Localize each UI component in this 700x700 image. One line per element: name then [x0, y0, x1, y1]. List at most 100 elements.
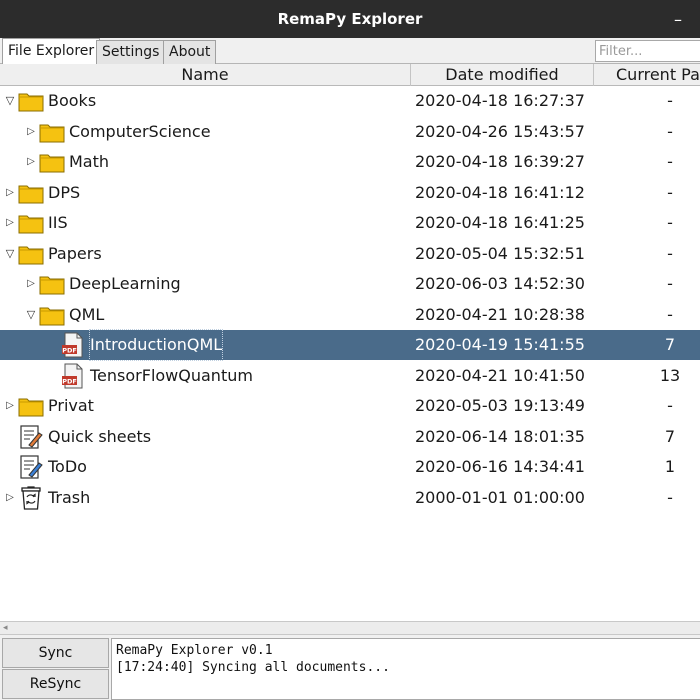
expand-arrow-icon[interactable]: ▷ [4, 391, 16, 421]
tree-row[interactable]: ▷ IIS 2020-04-18 16:41:25 - [0, 208, 700, 238]
item-name: QML [69, 305, 105, 324]
item-date: 2020-04-18 16:39:27 [415, 152, 585, 171]
folder-icon [39, 302, 65, 328]
item-name: Trash [48, 488, 91, 507]
tree-row[interactable]: ▷ DeepLearning 2020-06-03 14:52:30 - [0, 269, 700, 299]
item-current-page: 7 [664, 427, 676, 446]
item-date: 2020-06-03 14:52:30 [415, 274, 585, 293]
file-tree[interactable]: ▽ Books 2020-04-18 16:27:37 - ▷ ComputerScien… [0, 86, 700, 621]
item-name: IIS [48, 213, 68, 232]
title-bar: RemaPy Explorer – [0, 0, 700, 38]
folder-icon [18, 180, 44, 206]
item-name: Quick sheets [48, 427, 152, 446]
folder-icon [18, 210, 44, 236]
tree-row[interactable]: ▷ Privat 2020-05-03 19:13:49 - [0, 391, 700, 421]
item-name: Books [48, 91, 97, 110]
folder-icon [39, 271, 65, 297]
item-current-page: 13 [659, 366, 681, 385]
item-current-page: - [667, 274, 673, 293]
column-name-header[interactable]: Name [0, 64, 411, 86]
item-name: Papers [48, 244, 102, 263]
resync-button[interactable]: ReSync [2, 669, 109, 699]
log-line: RemaPy Explorer v0.1 [116, 643, 273, 658]
item-date: 2020-05-04 15:32:51 [415, 244, 585, 263]
item-name: DeepLearning [69, 274, 181, 293]
tree-row[interactable]: PDF IntroductionQML 2020-04-19 15:41:55 7 [0, 329, 700, 361]
expand-arrow-icon[interactable]: ▷ [4, 483, 16, 513]
item-date: 2020-05-03 19:13:49 [415, 396, 585, 415]
sync-button[interactable]: Sync [2, 638, 109, 668]
notebook-icon [18, 454, 44, 480]
pdf-file-icon: PDF [60, 363, 86, 389]
tab-file-explorer[interactable]: File Explorer [2, 38, 101, 64]
log-console: RemaPy Explorer v0.1 [17:24:40] Syncing a… [111, 638, 700, 700]
expand-arrow-icon[interactable]: ▷ [4, 208, 16, 238]
folder-icon [18, 393, 44, 419]
folder-icon [39, 119, 65, 145]
item-current-page: - [667, 488, 673, 507]
trash-icon [18, 485, 44, 511]
tab-settings[interactable]: Settings [96, 40, 166, 64]
item-date: 2000-01-01 01:00:00 [415, 488, 585, 507]
item-date: 2020-04-18 16:27:37 [415, 91, 585, 110]
item-name: ComputerScience [69, 122, 211, 141]
item-current-page: - [667, 396, 673, 415]
column-date-header[interactable]: Date modified [411, 64, 594, 86]
tree-row[interactable]: ▽ Papers 2020-05-04 15:32:51 - [0, 239, 700, 269]
pdf-file-icon: PDF [60, 332, 86, 358]
tab-about[interactable]: About [163, 40, 217, 64]
tree-row[interactable]: ▷ Trash 2000-01-01 01:00:00 - [0, 483, 700, 513]
folder-icon [18, 88, 44, 114]
expand-arrow-icon[interactable]: ▷ [25, 117, 37, 147]
item-name: TensorFlowQuantum [90, 366, 253, 385]
item-name: Privat [48, 396, 94, 415]
item-date: 2020-04-19 15:41:55 [415, 335, 585, 354]
filter-input[interactable] [595, 40, 700, 62]
horizontal-scrollbar[interactable]: ◂ [0, 621, 700, 635]
item-current-page: - [667, 91, 673, 110]
svg-text:PDF: PDF [62, 377, 77, 385]
item-current-page: - [667, 122, 673, 141]
collapse-arrow-icon[interactable]: ▽ [4, 86, 16, 116]
folder-icon [18, 241, 44, 267]
item-name: IntroductionQML [88, 329, 224, 361]
item-current-page: - [667, 183, 673, 202]
expand-arrow-icon[interactable]: ▷ [25, 147, 37, 177]
column-header: Name Date modified Current Pa [0, 64, 700, 86]
collapse-arrow-icon[interactable]: ▽ [25, 300, 37, 330]
minimize-button[interactable]: – [674, 0, 682, 38]
item-current-page: - [667, 244, 673, 263]
tree-row[interactable]: ▽ QML 2020-04-21 10:28:38 - [0, 300, 700, 330]
tree-row[interactable]: ▷ ComputerScience 2020-04-26 15:43:57 - [0, 117, 700, 147]
tree-row[interactable]: ToDo 2020-06-16 14:34:41 1 [0, 452, 700, 482]
item-date: 2020-04-26 15:43:57 [415, 122, 585, 141]
tree-row[interactable]: ▷ DPS 2020-04-18 16:41:12 - [0, 178, 700, 208]
item-current-page: - [667, 305, 673, 324]
item-name: DPS [48, 183, 81, 202]
item-name: Math [69, 152, 110, 171]
tree-row[interactable]: PDF TensorFlowQuantum 2020-04-21 10:41:50 1… [0, 361, 700, 391]
svg-text:PDF: PDF [62, 346, 77, 354]
log-line: [17:24:40] Syncing all documents... [116, 660, 390, 675]
tree-row[interactable]: Quick sheets 2020-06-14 18:01:35 7 [0, 422, 700, 452]
item-date: 2020-06-14 18:01:35 [415, 427, 585, 446]
tree-row[interactable]: ▷ Math 2020-04-18 16:39:27 - [0, 147, 700, 177]
window-title: RemaPy Explorer [277, 10, 423, 28]
item-name: ToDo [48, 457, 87, 476]
expand-arrow-icon[interactable]: ▷ [4, 178, 16, 208]
folder-icon [39, 149, 65, 175]
item-date: 2020-04-21 10:41:50 [415, 366, 585, 385]
expand-arrow-icon[interactable]: ▷ [25, 269, 37, 299]
notebook-icon [18, 424, 44, 450]
item-current-page: - [667, 213, 673, 232]
column-page-header[interactable]: Current Pa [594, 64, 700, 86]
item-current-page: 1 [664, 457, 676, 476]
item-current-page: 7 [664, 335, 676, 354]
item-date: 2020-04-18 16:41:25 [415, 213, 585, 232]
collapse-arrow-icon[interactable]: ▽ [4, 239, 16, 269]
tree-row[interactable]: ▽ Books 2020-04-18 16:27:37 - [0, 86, 700, 116]
item-date: 2020-04-18 16:41:12 [415, 183, 585, 202]
item-date: 2020-06-16 14:34:41 [415, 457, 585, 476]
scroll-left-icon[interactable]: ◂ [3, 622, 8, 634]
bottom-panel: Sync ReSync RemaPy Explorer v0.1 [17:24:4… [0, 635, 700, 700]
